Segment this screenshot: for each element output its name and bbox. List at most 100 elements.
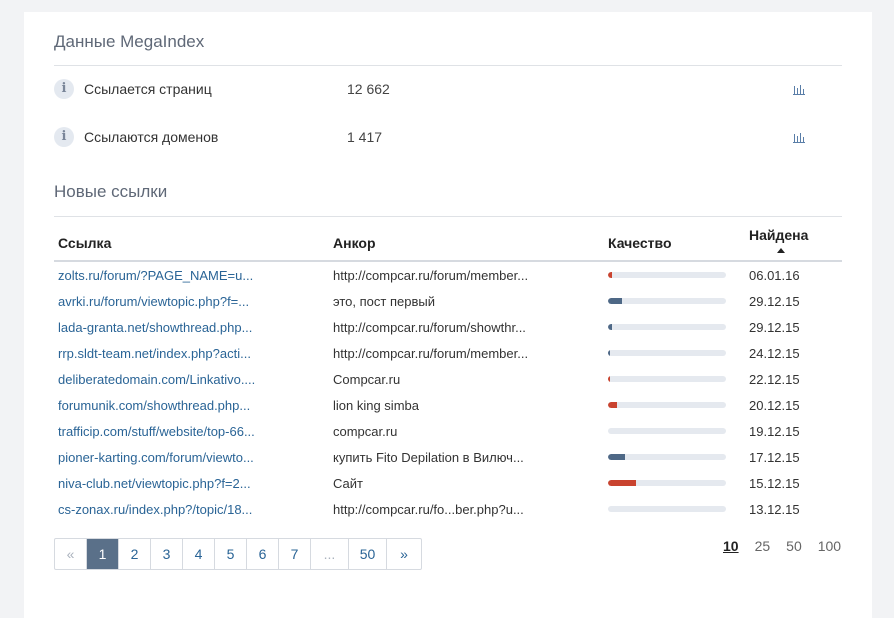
quality-cell: [604, 288, 745, 314]
new-links-title: Новые ссылки: [54, 182, 168, 201]
table-row: niva-club.net/viewtopic.php?f=2... Сайт 15…: [54, 470, 842, 496]
page-button[interactable]: 50: [349, 539, 387, 569]
stat-label: Ссылаются доменов: [84, 129, 219, 145]
anchor-cell: http://compcar.ru/forum/member...: [333, 345, 529, 361]
date-cell: 29.12.15: [749, 293, 800, 309]
quality-bar-fill: [608, 272, 612, 278]
page-size-selector: 10 25 50 100: [723, 538, 857, 554]
table-row: lada-granta.net/showthread.php... http://…: [54, 314, 842, 340]
anchor-cell: http://compcar.ru/forum/showthr...: [333, 319, 526, 335]
page-button[interactable]: 2: [119, 539, 151, 569]
page-prev-button[interactable]: «: [55, 539, 87, 569]
page-size-option[interactable]: 25: [755, 538, 771, 554]
date-cell: 22.12.15: [749, 371, 800, 387]
page-button[interactable]: 1: [87, 539, 119, 569]
table-row: zolts.ru/forum/?PAGE_NAME=u... http://com…: [54, 261, 842, 288]
sort-ascending-icon: [777, 247, 785, 253]
quality-cell: [604, 496, 745, 522]
page-size-option[interactable]: 100: [818, 538, 841, 554]
anchor-cell: lion king simba: [333, 397, 419, 413]
new-links-table: Ссылка Анкор Качество Найдена zolts.ru/f…: [54, 226, 842, 522]
stat-row-pages: i Ссылается страниц 12 662: [54, 78, 842, 102]
table-row: cs-zonax.ru/index.php?/topic/18... http:/…: [54, 496, 842, 522]
quality-bar-fill: [608, 454, 625, 460]
info-icon[interactable]: i: [54, 79, 74, 99]
page-button[interactable]: 7: [279, 539, 311, 569]
quality-bar: [608, 350, 726, 356]
quality-bar: [608, 324, 726, 330]
bar-chart-icon[interactable]: [793, 131, 805, 143]
quality-bar: [608, 298, 726, 304]
anchor-cell: Сайт: [333, 475, 363, 491]
date-cell: 29.12.15: [749, 319, 800, 335]
quality-cell: [604, 444, 745, 470]
quality-cell: [604, 418, 745, 444]
quality-bar: [608, 402, 726, 408]
link-cell[interactable]: rrp.sldt-team.net/index.php?acti...: [54, 340, 329, 366]
table-row: deliberatedomain.com/Linkativo.... Compca…: [54, 366, 842, 392]
quality-bar-fill: [608, 324, 612, 330]
page-size-option[interactable]: 10: [723, 538, 739, 554]
quality-bar-fill: [608, 480, 637, 486]
date-cell: 24.12.15: [749, 345, 800, 361]
page-button[interactable]: 3: [151, 539, 183, 569]
page-next-button[interactable]: »: [387, 539, 421, 569]
page-button[interactable]: 4: [183, 539, 215, 569]
anchor-cell: купить Fito Depilation в Вилюч...: [333, 449, 524, 465]
quality-cell: [604, 470, 745, 496]
link-cell[interactable]: deliberatedomain.com/Linkativo....: [54, 366, 329, 392]
page-button[interactable]: 5: [215, 539, 247, 569]
date-cell: 06.01.16: [749, 267, 800, 283]
table-row: avrki.ru/forum/viewtopic.php?f=... это, п…: [54, 288, 842, 314]
anchor-cell: Compcar.ru: [333, 371, 401, 387]
quality-cell: [604, 261, 745, 288]
date-cell: 17.12.15: [749, 449, 800, 465]
table-row: pioner-karting.com/forum/viewto... купить…: [54, 444, 842, 470]
quality-cell: [604, 340, 745, 366]
link-cell[interactable]: lada-granta.net/showthread.php...: [54, 314, 329, 340]
bar-chart-icon[interactable]: [793, 83, 805, 95]
stat-value: 12 662: [347, 81, 390, 97]
quality-bar-fill: [608, 376, 611, 382]
quality-bar: [608, 272, 726, 278]
link-cell[interactable]: zolts.ru/forum/?PAGE_NAME=u...: [54, 261, 329, 288]
column-header-found-label: Найдена: [749, 227, 809, 243]
column-header-link[interactable]: Ссылка: [54, 226, 329, 261]
column-header-anchor[interactable]: Анкор: [329, 226, 604, 261]
quality-bar-fill: [608, 350, 611, 356]
quality-bar: [608, 428, 726, 434]
link-cell[interactable]: forumunik.com/showthread.php...: [54, 392, 329, 418]
quality-bar-fill: [608, 298, 623, 304]
table-row: rrp.sldt-team.net/index.php?acti... http:…: [54, 340, 842, 366]
info-icon[interactable]: i: [54, 127, 74, 147]
link-cell[interactable]: cs-zonax.ru/index.php?/topic/18...: [54, 496, 329, 522]
divider: [54, 65, 842, 66]
divider: [54, 216, 842, 217]
megaindex-title: Данные MegaIndex: [54, 32, 205, 51]
quality-bar-fill: [608, 402, 618, 408]
quality-bar: [608, 506, 726, 512]
quality-cell: [604, 314, 745, 340]
pagination: «1 2 3 4 5 6 7... 50»: [54, 538, 422, 570]
quality-cell: [604, 392, 745, 418]
anchor-cell: это, пост первый: [333, 293, 435, 309]
page-button[interactable]: 6: [247, 539, 279, 569]
quality-bar: [608, 376, 726, 382]
table-header-row: Ссылка Анкор Качество Найдена: [54, 226, 842, 261]
table-row: trafficip.com/stuff/website/top-66... com…: [54, 418, 842, 444]
date-cell: 13.12.15: [749, 501, 800, 517]
table-row: forumunik.com/showthread.php... lion king…: [54, 392, 842, 418]
stat-row-domains: i Ссылаются доменов 1 417: [54, 126, 842, 150]
link-cell[interactable]: trafficip.com/stuff/website/top-66...: [54, 418, 329, 444]
anchor-cell: compcar.ru: [333, 423, 398, 439]
column-header-found[interactable]: Найдена: [745, 226, 842, 261]
quality-cell: [604, 366, 745, 392]
link-cell[interactable]: avrki.ru/forum/viewtopic.php?f=...: [54, 288, 329, 314]
page-size-option[interactable]: 50: [786, 538, 802, 554]
link-cell[interactable]: pioner-karting.com/forum/viewto...: [54, 444, 329, 470]
column-header-quality[interactable]: Качество: [604, 226, 745, 261]
link-cell[interactable]: niva-club.net/viewtopic.php?f=2...: [54, 470, 329, 496]
anchor-cell: http://compcar.ru/forum/member...: [333, 267, 529, 283]
quality-bar: [608, 480, 726, 486]
stat-value: 1 417: [347, 129, 383, 145]
